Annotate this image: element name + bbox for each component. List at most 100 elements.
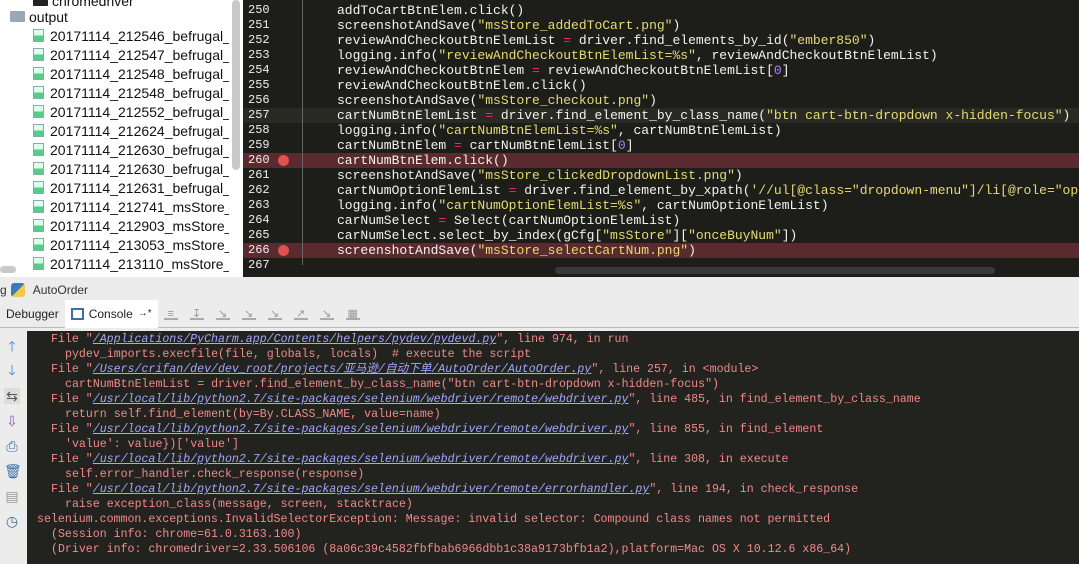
- code-line[interactable]: 262 cartNumOptionElemList = driver.find_e…: [243, 183, 1079, 198]
- tree-horizontal-scrollbar[interactable]: [0, 266, 16, 273]
- file-link[interactable]: /Applications/PyCharm.app/Contents/helpe…: [93, 333, 497, 346]
- pin-tab-icon[interactable]: →*: [138, 308, 152, 319]
- code-line[interactable]: 265 carNumSelect.select_by_index(gCfg["ms…: [243, 228, 1079, 243]
- tree-item-label: 20171114_212630_befrugal_af: [50, 141, 229, 158]
- tree-file-item[interactable]: 20171114_212548_befrugal_af: [33, 83, 229, 102]
- show-execution-point-icon[interactable]: ≡: [163, 308, 178, 320]
- code-line[interactable]: 257 cartNumBtnElemList = driver.find_elem…: [243, 108, 1079, 123]
- evaluate-expression-icon[interactable]: ▦: [345, 308, 360, 320]
- console-text: (Driver info: chromedriver=2.33.506106 (…: [51, 543, 852, 556]
- image-file-icon: [33, 48, 44, 61]
- code-line[interactable]: 264 carNumSelect = Select(cartNumOptionEl…: [243, 213, 1079, 228]
- image-file-icon: [33, 105, 44, 118]
- console-output[interactable]: File "/Applications/PyCharm.app/Contents…: [27, 331, 1079, 564]
- code-text: cartNumBtnElemList = driver.find_element…: [337, 108, 1070, 123]
- code-line[interactable]: 266 screenshotAndSave("msStore_selectCart…: [243, 243, 1079, 258]
- tree-file-item[interactable]: 20171114_213053_msStore_Pr: [33, 235, 229, 254]
- code-line[interactable]: 254 reviewAndCheckoutBtnElem = reviewAndC…: [243, 63, 1079, 78]
- code-token: ]: [625, 138, 634, 153]
- editor-horizontal-scrollbar[interactable]: [555, 267, 995, 274]
- soft-wrap-icon[interactable]: ⇆: [4, 388, 20, 404]
- print-icon[interactable]: ⎙: [4, 438, 20, 454]
- code-token: "ember850": [789, 33, 868, 48]
- tree-file-item[interactable]: 20171114_212630_befrugal_af: [33, 159, 229, 178]
- tree-file-item[interactable]: 20171114_212547_befrugal_af: [33, 45, 229, 64]
- tree-file-item[interactable]: 20171114_212903_msStore_af: [33, 216, 229, 235]
- code-line[interactable]: 260 cartNumBtnElem.click(): [243, 153, 1079, 168]
- code-editor[interactable]: 250 addToCartBtnElem.click() 251 screenshot…: [243, 0, 1079, 277]
- arrow-up-icon[interactable]: 🡑: [4, 338, 20, 354]
- tree-file-item[interactable]: 20171114_212630_befrugal_af: [33, 140, 229, 159]
- tree-file-item[interactable]: 20171114_212631_befrugal_ne: [33, 178, 229, 197]
- tree-vertical-scrollbar[interactable]: [232, 0, 240, 170]
- breakpoint-icon[interactable]: [278, 155, 289, 166]
- file-link[interactable]: /Users/crifan/dev/dev_root/projects/亚马逊/…: [93, 363, 592, 376]
- line-number: 265: [248, 228, 270, 242]
- code-text: screenshotAndSave("msStore_addedToCart.p…: [337, 18, 680, 33]
- file-link[interactable]: /usr/local/lib/python2.7/site-packages/s…: [93, 423, 629, 436]
- code-token: ): [734, 168, 743, 183]
- step-into-icon[interactable]: ↘: [215, 308, 230, 320]
- tree-file-item[interactable]: 20171114_212548_befrugal_af: [33, 64, 229, 83]
- console-text: (Session info: chrome=61.0.3163.100): [51, 528, 302, 541]
- file-link[interactable]: /usr/local/lib/python2.7/site-packages/s…: [93, 483, 650, 496]
- console-line: File "/usr/local/lib/python2.7/site-pack…: [51, 452, 789, 467]
- gutter-divider: [302, 0, 303, 265]
- console-text: return self.find_element(by=By.CLASS_NAM…: [65, 408, 441, 421]
- folder-icon: [10, 11, 25, 22]
- tab-console[interactable]: Console →*: [64, 299, 158, 328]
- console-text: File ": [51, 423, 93, 436]
- code-line[interactable]: 253 logging.info("reviewAndCheckoutBtnEle…: [243, 48, 1079, 63]
- tree-file-item[interactable]: 20171114_213110_msStore_ad: [33, 254, 229, 273]
- code-line[interactable]: 251 screenshotAndSave("msStore_addedToCar…: [243, 18, 1079, 33]
- code-token: cartNumBtnElemList[: [461, 138, 618, 153]
- code-line[interactable]: 255 reviewAndCheckoutBtnElem.click(): [243, 78, 1079, 93]
- tree-file-item[interactable]: 20171114_212552_befrugal_af: [33, 102, 229, 121]
- run-to-cursor-icon[interactable]: ↘: [319, 308, 334, 320]
- terminal-icon[interactable]: ▤: [4, 488, 20, 504]
- code-line[interactable]: 263 logging.info("cartNumOptionElemList=%…: [243, 198, 1079, 213]
- scroll-to-end-icon[interactable]: ⇩: [4, 413, 20, 429]
- step-into-my-code-icon[interactable]: ↘: [241, 308, 256, 320]
- tab-debugger[interactable]: Debugger: [0, 300, 65, 328]
- line-number: 256: [248, 93, 270, 107]
- code-token: 0: [617, 138, 626, 153]
- code-text: logging.info("cartNumOptionElemList=%s",…: [337, 198, 829, 213]
- console-icon: [70, 307, 84, 320]
- file-link[interactable]: /usr/local/lib/python2.7/site-packages/s…: [93, 393, 629, 406]
- step-over-icon[interactable]: ↧: [189, 308, 204, 320]
- code-line[interactable]: 256 screenshotAndSave("msStore_checkout.p…: [243, 93, 1079, 108]
- code-line[interactable]: 261 screenshotAndSave("msStore_clickedDro…: [243, 168, 1079, 183]
- tree-item-label: 20171114_212546_befrugal_ho: [50, 27, 229, 44]
- step-out-icon[interactable]: ↗: [293, 308, 308, 320]
- history-icon[interactable]: ◷: [4, 513, 20, 529]
- tree-item-label: 20171114_213053_msStore_Pr: [50, 236, 229, 253]
- trash-icon[interactable]: 🗑: [4, 463, 22, 479]
- code-line[interactable]: 250 addToCartBtnElem.click(): [243, 3, 1079, 18]
- code-token: 0: [773, 63, 782, 78]
- line-number: 266: [248, 243, 270, 257]
- code-text: reviewAndCheckoutBtnElem.click(): [337, 78, 587, 93]
- code-line[interactable]: 259 cartNumBtnElem = cartNumBtnElemList[0…: [243, 138, 1079, 153]
- code-token: ): [688, 243, 696, 258]
- code-line[interactable]: 258 logging.info("cartNumBtnElemList=%s",…: [243, 123, 1079, 138]
- tree-file-item[interactable]: 20171114_212624_befrugal_ha: [33, 121, 229, 140]
- run-config-name[interactable]: AutoOrder: [33, 283, 88, 297]
- line-number: 255: [248, 78, 270, 92]
- console-line: raise exception_class(message, screen, s…: [65, 497, 413, 512]
- force-step-into-icon[interactable]: ↘: [267, 308, 282, 320]
- tree-file-item[interactable]: 20171114_212546_befrugal_ho: [33, 26, 229, 45]
- code-token: carNumSelect: [337, 213, 439, 228]
- code-token: ]: [781, 63, 790, 78]
- code-token: driver.find_element_by_xpath(: [516, 183, 751, 198]
- breakpoint-icon[interactable]: [278, 245, 289, 256]
- arrow-down-icon[interactable]: 🡓: [4, 362, 20, 378]
- tree-file-item[interactable]: 20171114_212741_msStore_ho: [33, 197, 229, 216]
- tree-folder-output[interactable]: output: [10, 7, 206, 26]
- console-text: File ": [51, 333, 93, 346]
- code-text: carNumSelect = Select(cartNumOptionElemL…: [337, 213, 680, 228]
- code-token: Select(cartNumOptionElemList): [446, 213, 681, 228]
- code-text: carNumSelect.select_by_index(gCfg["msSto…: [337, 228, 797, 243]
- code-line[interactable]: 252 reviewAndCheckoutBtnElemList = driver…: [243, 33, 1079, 48]
- file-link[interactable]: /usr/local/lib/python2.7/site-packages/s…: [93, 453, 629, 466]
